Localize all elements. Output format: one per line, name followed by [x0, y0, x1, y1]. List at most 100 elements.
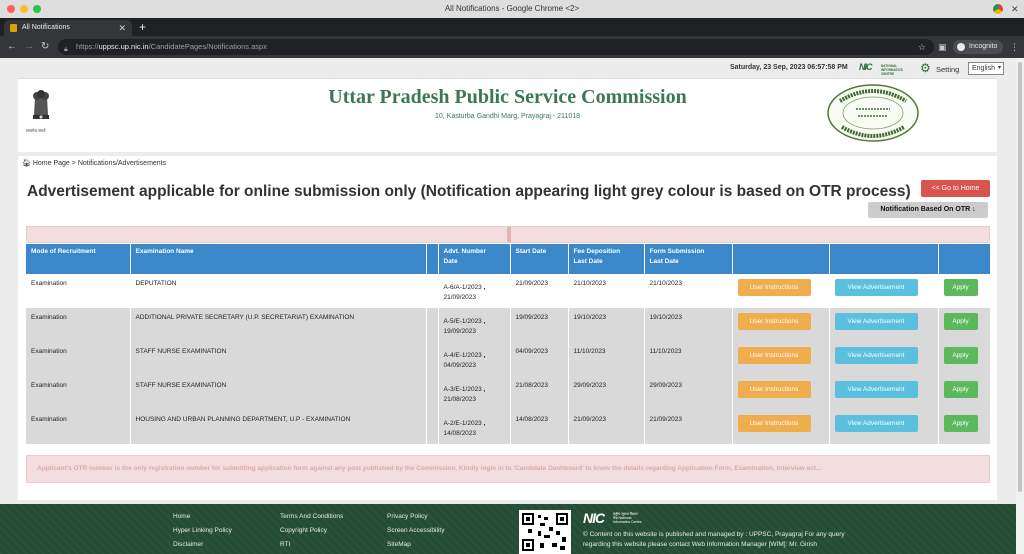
col-view-header: [829, 244, 939, 274]
address-bar[interactable]: 🔒︎ https://uppsc.up.nic.in/CandidatePage…: [58, 39, 934, 55]
col-fee-header: Fee Deposition Last Date: [568, 244, 645, 274]
user-instructions-button[interactable]: User Instructions: [737, 415, 811, 432]
page-viewport: Saturday, 23 Sep, 2023 06:57:58 PM NIC N…: [0, 58, 1016, 554]
cell-instructions: User Instructions: [732, 308, 830, 342]
scrollbar-thumb[interactable]: [1018, 62, 1022, 492]
cell-apply: Apply: [938, 410, 991, 444]
chrome-logo-icon: [993, 4, 1003, 14]
footer-link-terms[interactable]: Terms And Conditions: [280, 510, 343, 524]
cell-blank: [426, 376, 439, 410]
go-to-home-button[interactable]: << Go to Home: [921, 180, 990, 197]
view-advertisement-button[interactable]: View Advertisement: [834, 347, 918, 364]
cell-apply: Apply: [938, 376, 991, 410]
cell-mode: Examination: [26, 342, 131, 376]
qr-code-icon: [519, 510, 571, 554]
apply-button[interactable]: Apply: [943, 415, 978, 432]
cell-advt: A-2/E-1/2023 , 14/08/2023: [438, 410, 511, 444]
notifications-table: Mode of Recruitment Examination Name Adv…: [26, 244, 991, 444]
reload-icon[interactable]: ↻: [41, 36, 49, 58]
view-advertisement-button[interactable]: View Advertisement: [834, 313, 918, 330]
cell-view: View Advertisement: [829, 308, 939, 342]
incognito-indicator[interactable]: Incognito: [953, 40, 1004, 54]
view-advertisement-button[interactable]: View Advertisement: [834, 279, 918, 296]
browser-tab[interactable]: All Notifications ✕: [4, 20, 132, 36]
col-advt-header-line2: Date: [443, 258, 458, 265]
footer-link-hyperlinking[interactable]: Hyper Linking Policy: [173, 524, 232, 538]
breadcrumb: 🏠︎ Home Page > Notifications/Advertiseme…: [18, 156, 997, 172]
col-advt-header-line1: Advt. Number: [443, 248, 487, 255]
favicon-icon: [10, 24, 17, 32]
back-icon[interactable]: ←: [7, 36, 17, 58]
window-controls[interactable]: [7, 5, 41, 13]
cell-blank: [426, 410, 439, 444]
bookmark-star-icon[interactable]: ☆: [918, 39, 926, 55]
cell-instructions: User Instructions: [732, 274, 830, 308]
apply-button[interactable]: Apply: [943, 279, 978, 296]
footer-link-copyright[interactable]: Copyright Policy: [280, 524, 343, 538]
cell-fee: 21/09/2023: [568, 410, 645, 444]
footer-link-accessibility[interactable]: Screen Accessibility: [387, 524, 444, 538]
language-select[interactable]: English ▾: [968, 62, 1004, 75]
cell-exam: ADDITIONAL PRIVATE SECRETARY (U.P. SECRE…: [130, 308, 427, 342]
gear-icon[interactable]: ⚙: [920, 61, 931, 75]
cell-fee: 11/10/2023: [568, 342, 645, 376]
cell-advt-no: A-3/E-1/2023: [443, 386, 482, 393]
url-prefix: https://: [76, 42, 99, 51]
url-path: /CandidatePages/Notifications.aspx: [148, 42, 267, 51]
current-datetime: Saturday, 23 Sep, 2023 06:57:58 PM: [730, 64, 848, 71]
cell-fee: 21/10/2023: [568, 274, 645, 308]
otr-notice-alert: Applicant's OTR number is the only regis…: [26, 455, 990, 483]
cell-form: 19/10/2023: [644, 308, 733, 342]
footer-link-sitemap[interactable]: SiteMap: [387, 538, 444, 552]
cell-advt-no: A-2/E-1/2023: [443, 420, 482, 427]
footer-link-home[interactable]: Home: [173, 510, 232, 524]
cell-advt-no: A-6/A-1/2023: [443, 284, 482, 291]
cell-mode: Examination: [26, 274, 131, 308]
close-window-button[interactable]: [7, 5, 15, 13]
new-tab-icon[interactable]: +: [139, 18, 146, 36]
alert-marker: [507, 227, 511, 242]
window-close-icon[interactable]: ✕: [1011, 0, 1019, 18]
cell-blank: [426, 274, 439, 308]
view-advertisement-button[interactable]: View Advertisement: [834, 381, 918, 398]
minimize-window-button[interactable]: [20, 5, 28, 13]
cell-advt: A-6/A-1/2023 , 21/09/2023: [438, 274, 511, 308]
language-value: English: [972, 65, 995, 72]
browser-menu-icon[interactable]: ⋮: [1010, 36, 1019, 58]
apply-button[interactable]: Apply: [943, 313, 978, 330]
user-instructions-button[interactable]: User Instructions: [737, 347, 811, 364]
maximize-window-button[interactable]: [33, 5, 41, 13]
col-form-header: Form Submission Last Date: [644, 244, 733, 274]
nic-footer-logo-subtext: राष्ट्रीय सूचना विज्ञान केंद्र National …: [613, 512, 642, 524]
cell-start: 14/08/2023: [510, 410, 569, 444]
forward-icon[interactable]: →: [24, 36, 34, 58]
setting-link[interactable]: Setting: [936, 65, 959, 74]
sidepanel-icon[interactable]: ▣: [938, 36, 947, 58]
user-instructions-button[interactable]: User Instructions: [737, 279, 811, 296]
view-advertisement-button[interactable]: View Advertisement: [834, 415, 918, 432]
col-apply-header: [938, 244, 991, 274]
footer-link-disclaimer[interactable]: Disclaimer: [173, 538, 232, 552]
apply-button[interactable]: Apply: [943, 347, 978, 364]
cell-apply: Apply: [938, 308, 991, 342]
home-icon: 🏠︎: [22, 160, 31, 167]
user-instructions-button[interactable]: User Instructions: [737, 381, 811, 398]
main-content: Advertisement applicable for online subm…: [18, 172, 997, 500]
footer-content-text: © Content on this website is published a…: [583, 531, 845, 548]
table-row: Examination STAFF NURSE EXAMINATION A-4/…: [26, 342, 991, 376]
col-fee-header-line2: Last Date: [573, 258, 603, 265]
uppsc-seal-logo: [827, 84, 919, 142]
user-instructions-button[interactable]: User Instructions: [737, 313, 811, 330]
cell-exam: STAFF NURSE EXAMINATION: [130, 376, 427, 410]
col-exam-header: Examination Name: [130, 244, 427, 274]
breadcrumb-home-link[interactable]: Home Page: [33, 160, 70, 167]
cell-start: 04/09/2023: [510, 342, 569, 376]
otr-notification-button[interactable]: Notification Based On OTR ↓: [868, 202, 988, 218]
footer-link-privacy[interactable]: Privacy Policy: [387, 510, 444, 524]
footer-link-rti[interactable]: RTI: [280, 538, 343, 552]
tab-close-icon[interactable]: ✕: [118, 20, 126, 36]
col-advt-header: Advt. Number Date: [438, 244, 511, 274]
window-titlebar: All Notifications - Google Chrome <2> ✕: [0, 0, 1024, 18]
apply-button[interactable]: Apply: [943, 381, 978, 398]
cell-start: 21/08/2023: [510, 376, 569, 410]
